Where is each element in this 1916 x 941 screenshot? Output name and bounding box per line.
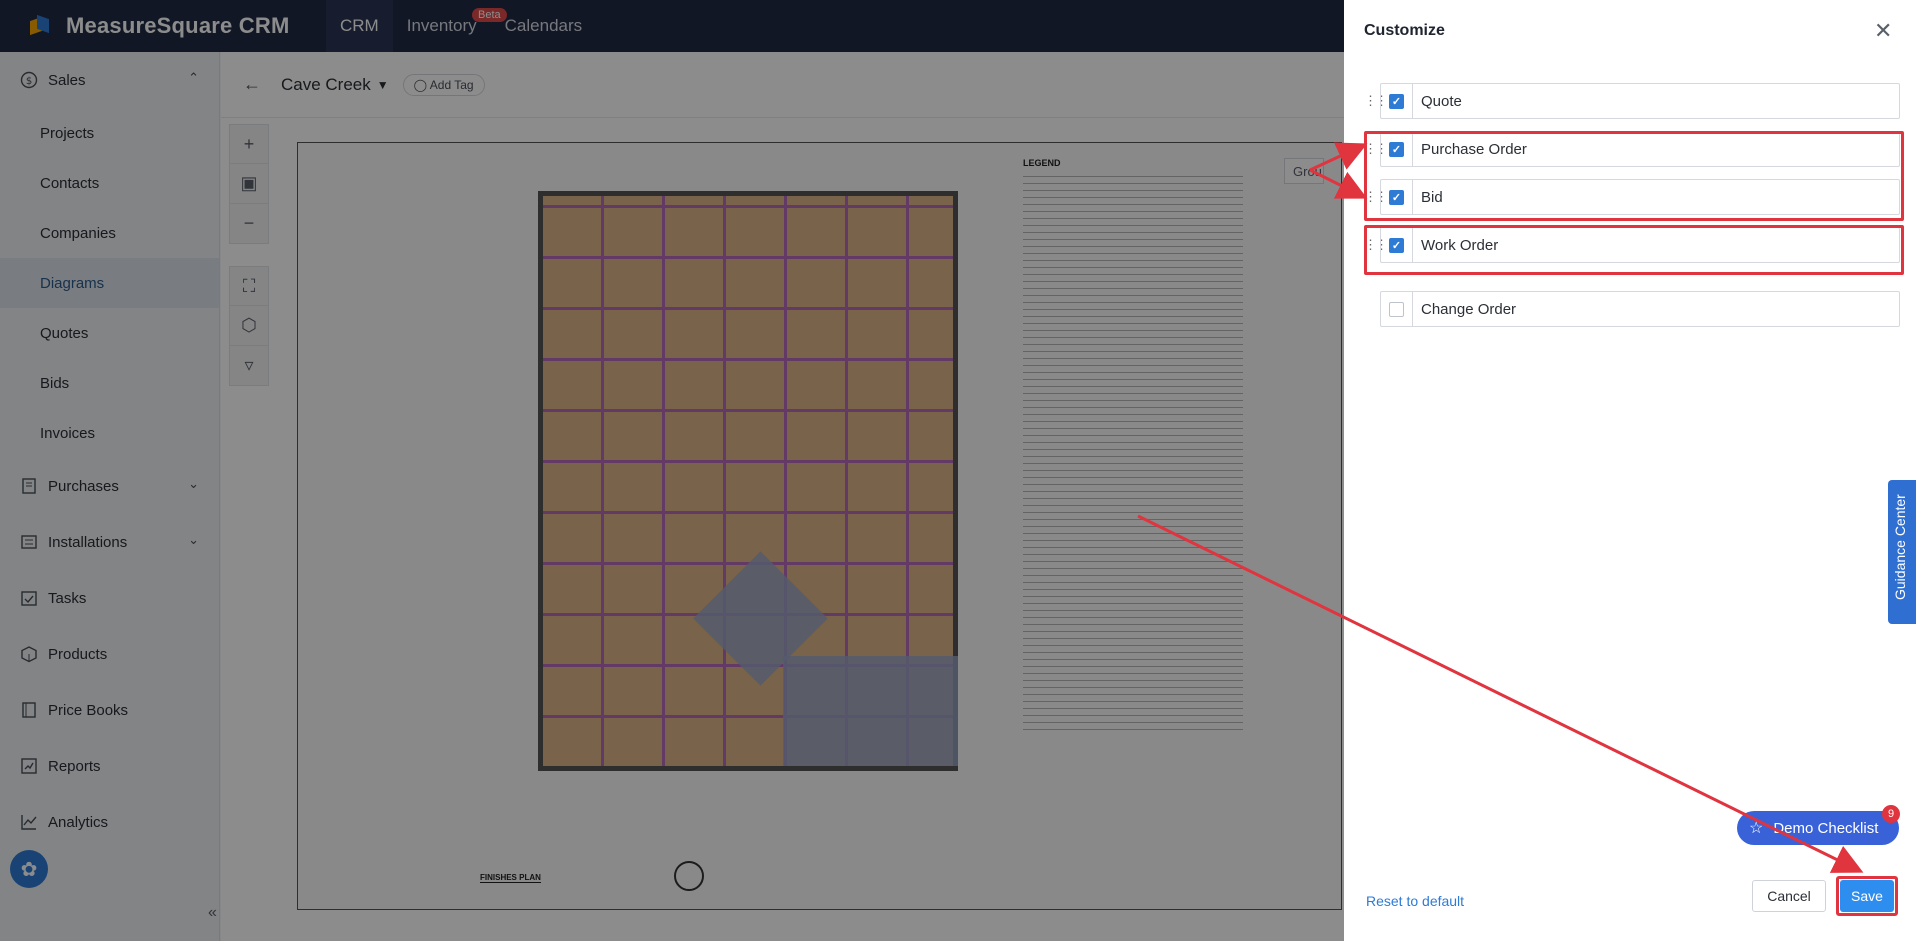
checkbox-change-order[interactable]: [1389, 301, 1404, 317]
panel-title: Customize: [1364, 22, 1445, 39]
drag-handle-icon[interactable]: ⋮⋮: [1364, 93, 1388, 109]
option-label: Change Order: [1421, 300, 1517, 318]
highlight-box: [1364, 225, 1904, 275]
modal-overlay[interactable]: [0, 0, 1344, 941]
cancel-button[interactable]: Cancel: [1752, 880, 1826, 912]
guidance-center-tab[interactable]: Guidance Center: [1888, 480, 1916, 624]
close-icon[interactable]: ✕: [1874, 18, 1892, 44]
star-icon: ☆: [1749, 820, 1764, 837]
guidance-center-label: Guidance Center: [1892, 494, 1908, 600]
demo-checklist-badge: 9: [1882, 805, 1900, 823]
option-row-change-order[interactable]: Change Order: [1364, 291, 1900, 327]
option-label: Quote: [1421, 92, 1462, 110]
option-row-quote[interactable]: ⋮⋮ ✓ Quote: [1364, 83, 1900, 119]
checkbox-quote[interactable]: ✓: [1389, 93, 1404, 109]
highlight-box: [1836, 876, 1898, 916]
customize-panel: Customize ✕ ⋮⋮ ✓ Quote ⋮⋮ ✓ Purchase Ord…: [1344, 0, 1916, 941]
highlight-box: [1364, 131, 1904, 221]
reset-to-default-link[interactable]: Reset to default: [1366, 893, 1464, 909]
demo-checklist-label: Demo Checklist: [1773, 819, 1879, 837]
demo-checklist-button[interactable]: ☆ Demo Checklist: [1737, 811, 1899, 845]
